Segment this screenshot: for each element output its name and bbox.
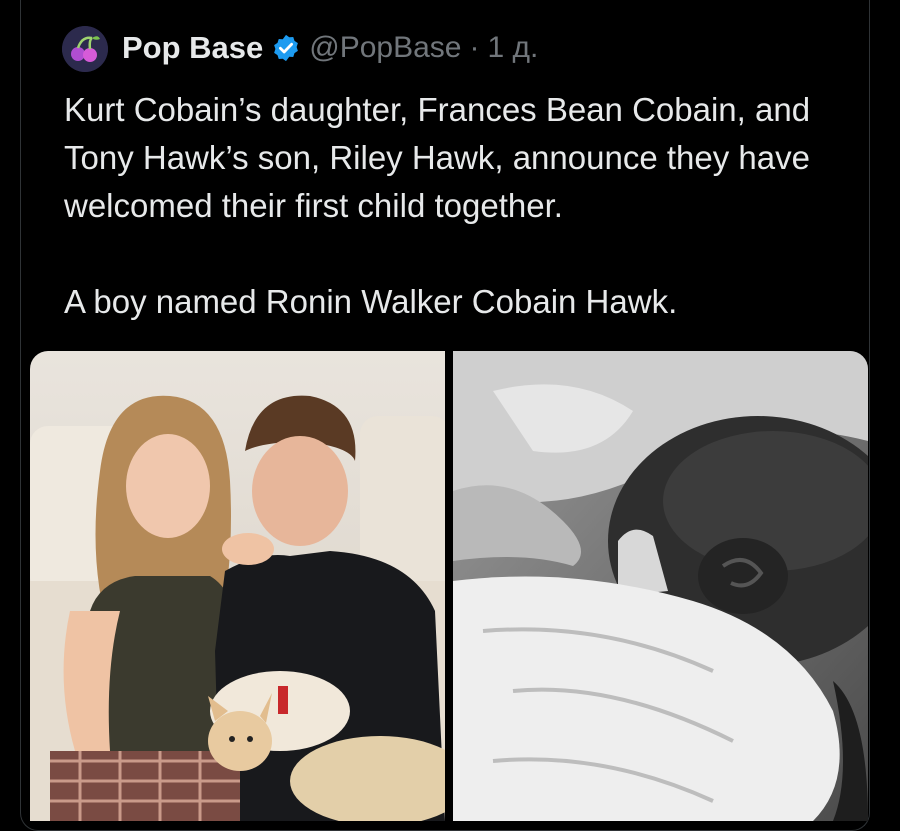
tweet-text: Kurt Cobain’s daughter, Frances Bean Cob…	[64, 86, 854, 326]
tweet-text-paragraph: Kurt Cobain’s daughter, Frances Bean Cob…	[64, 91, 811, 224]
newborn-black-and-white-photo[interactable]	[453, 351, 868, 821]
author-handle[interactable]: @PopBase	[309, 31, 461, 65]
separator-dot: ·	[469, 31, 480, 64]
avatar[interactable]	[62, 26, 108, 72]
tweet-text-paragraph: A boy named Ronin Walker Cobain Hawk.	[64, 283, 678, 320]
verified-badge-icon	[271, 33, 301, 63]
pop-base-logo-icon	[62, 26, 108, 72]
media-grid	[30, 351, 868, 821]
couple-with-dog-photo[interactable]	[30, 351, 445, 821]
author-name[interactable]: Pop Base	[122, 30, 263, 66]
timestamp[interactable]: 1 д.	[488, 31, 539, 65]
tweet-header: Pop Base @PopBase · 1 д.	[122, 26, 538, 70]
